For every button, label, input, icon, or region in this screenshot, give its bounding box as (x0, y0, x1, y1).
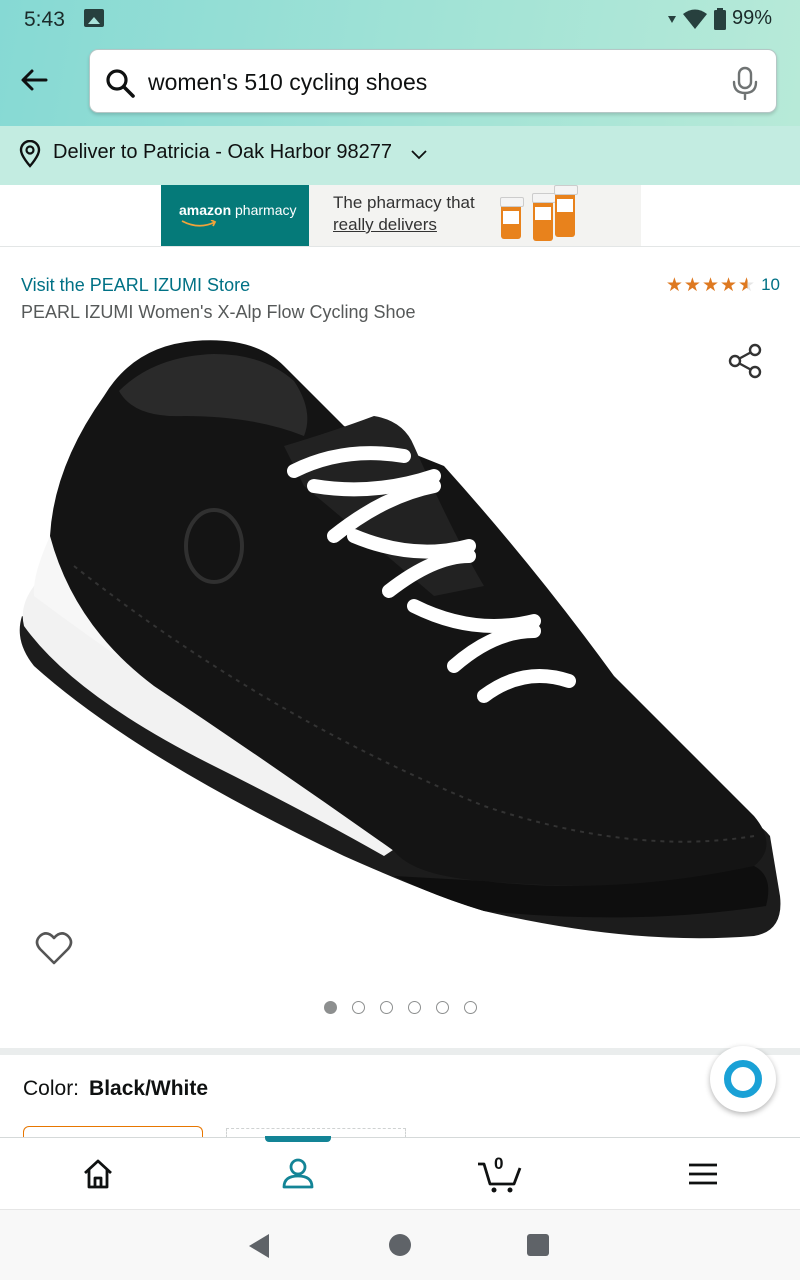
search-row: women's 510 cycling shoes (0, 48, 800, 116)
amazon-pharmacy-logo: amazon pharmacy (161, 185, 309, 246)
chevron-down-icon (411, 150, 427, 160)
carousel-dot[interactable] (379, 1001, 393, 1014)
carousel-dot[interactable] (435, 1001, 449, 1014)
bottom-navigation: 0 (0, 1136, 800, 1209)
delivery-location-bar[interactable]: Deliver to Patricia - Oak Harbor 98277 (0, 126, 800, 185)
microphone-icon[interactable] (730, 66, 760, 100)
back-arrow-icon[interactable] (16, 62, 52, 98)
battery-percent: 99% (731, 7, 772, 29)
ad-tagline: really delivers (333, 215, 437, 234)
divider (0, 246, 800, 247)
color-selector-label: Color: Black/White (23, 1077, 209, 1100)
amazon-smile-icon (181, 220, 217, 227)
status-bar: 5:43 99% (0, 0, 800, 40)
section-divider (0, 1048, 800, 1055)
signal-arrow-icon (667, 15, 676, 23)
system-back-icon[interactable] (247, 1233, 271, 1259)
carousel-dot[interactable] (407, 1001, 421, 1014)
cart-count: 0 (494, 1154, 504, 1173)
pharmacy-ad-banner[interactable]: amazon pharmacy The pharmacy that really… (161, 185, 641, 246)
carousel-dot[interactable] (323, 1001, 337, 1014)
heart-icon[interactable] (35, 930, 73, 966)
status-right: 99% (667, 7, 772, 30)
pill-bottle-image (554, 185, 578, 237)
star-rating[interactable]: ★ ★ ★ ★ ★ 10 (666, 275, 780, 295)
alexa-button[interactable] (710, 1046, 776, 1112)
share-icon[interactable] (728, 343, 762, 379)
star-full-icon: ★ (719, 274, 738, 296)
visit-store-link[interactable]: Visit the PEARL IZUMI Store (21, 275, 250, 296)
star-full-icon: ★ (683, 274, 701, 296)
search-input[interactable]: women's 510 cycling shoes (89, 49, 777, 113)
account-icon[interactable] (278, 1154, 318, 1194)
product-image[interactable] (14, 336, 786, 976)
system-navigation-bar (0, 1209, 800, 1280)
search-icon (106, 69, 135, 98)
image-carousel-dots (0, 1001, 800, 1014)
image-notification-icon (84, 9, 104, 27)
pill-bottle-image (500, 197, 524, 239)
carousel-dot[interactable] (351, 1001, 365, 1014)
wifi-icon (682, 9, 707, 29)
alexa-icon (724, 1060, 762, 1098)
ad-brand: amazon pharmacy (179, 202, 297, 218)
location-pin-icon (19, 140, 41, 168)
review-count: 10 (761, 275, 780, 294)
system-home-icon[interactable] (389, 1234, 411, 1256)
active-tab-indicator (265, 1136, 331, 1142)
status-time: 5:43 (24, 8, 65, 31)
cart-button[interactable]: 0 (476, 1154, 524, 1194)
screen: 5:43 99% women's 510 cycling shoes Deliv… (0, 0, 800, 1280)
selected-color: Black/White (89, 1077, 209, 1100)
system-recents-icon[interactable] (527, 1234, 549, 1256)
home-icon[interactable] (78, 1154, 118, 1194)
delivery-location-text: Deliver to Patricia - Oak Harbor 98277 (53, 141, 393, 163)
star-full-icon: ★ (701, 274, 719, 296)
star-half-icon: ★ (738, 274, 756, 296)
menu-icon[interactable] (683, 1154, 723, 1194)
stars: ★ ★ ★ ★ ★ (666, 276, 755, 295)
battery-icon (713, 7, 726, 30)
product-title: PEARL IZUMI Women's X-Alp Flow Cycling S… (21, 302, 416, 322)
star-full-icon: ★ (665, 274, 683, 296)
search-query: women's 510 cycling shoes (148, 69, 428, 95)
carousel-dot[interactable] (463, 1001, 477, 1014)
ad-headline: The pharmacy that (333, 193, 475, 212)
pill-bottle-image (532, 193, 556, 241)
